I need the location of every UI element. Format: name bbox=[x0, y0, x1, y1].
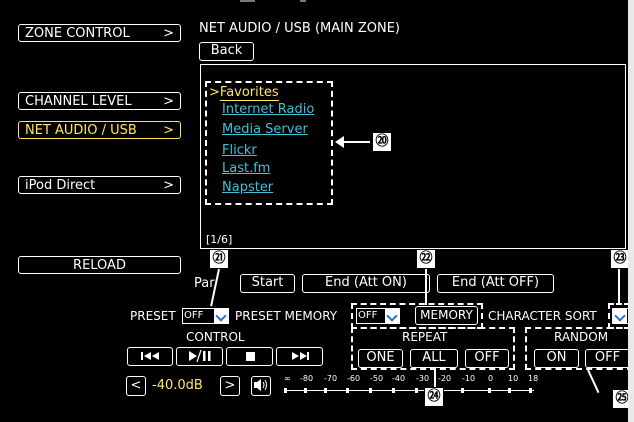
repeat-label: REPEAT bbox=[402, 330, 448, 344]
volume-scale-label: -50 bbox=[370, 374, 384, 383]
preset-label: PRESET bbox=[130, 309, 176, 323]
chevron-right-icon: > bbox=[163, 25, 174, 41]
callout-arrow bbox=[340, 141, 370, 143]
page-title: NET AUDIO / USB (MAIN ZONE) bbox=[199, 21, 400, 36]
chevron-right-icon: > bbox=[163, 177, 174, 193]
random-label: RANDOM bbox=[554, 330, 609, 344]
control-label: CONTROL bbox=[186, 330, 245, 344]
skip-back-icon bbox=[141, 352, 159, 360]
list-item-internet-radio[interactable]: Internet Radio bbox=[222, 102, 314, 117]
callout-23: ㉓ bbox=[610, 249, 628, 269]
speaker-icon bbox=[254, 379, 267, 391]
preset-select-value: OFF bbox=[184, 310, 204, 321]
volume-scale-label: -40 bbox=[392, 374, 406, 383]
sidebar-item-ipod-direct[interactable]: iPod Direct > bbox=[18, 176, 181, 194]
volume-scale-label: -80 bbox=[300, 374, 314, 383]
chevron-down-icon bbox=[613, 309, 627, 323]
volume-scale-label: 18 bbox=[528, 374, 539, 383]
party-end-att-on-button[interactable]: End (Att ON) bbox=[302, 274, 430, 293]
top-cut-text-strip bbox=[120, 0, 420, 2]
callout-leader bbox=[434, 370, 436, 388]
page-indicator: [1/6] bbox=[206, 233, 233, 246]
mute-button[interactable] bbox=[251, 376, 271, 396]
volume-up-button[interactable]: > bbox=[220, 376, 240, 396]
preset-select[interactable]: OFF bbox=[182, 308, 229, 324]
volume-down-button[interactable]: < bbox=[126, 376, 146, 396]
sidebar-item-label: NET AUDIO / USB bbox=[25, 122, 137, 138]
party-start-button[interactable]: Start bbox=[240, 274, 295, 293]
volume-scale-label: 0 bbox=[488, 374, 494, 383]
sidebar-item-zone-control[interactable]: ZONE CONTROL > bbox=[18, 24, 181, 42]
sidebar-item-channel-level[interactable]: CHANNEL LEVEL > bbox=[18, 92, 181, 110]
character-sort-label: CHARACTER SORT bbox=[488, 309, 597, 323]
list-item-flickr[interactable]: Flickr bbox=[222, 143, 257, 158]
callout-leader bbox=[587, 369, 600, 394]
repeat-off-button[interactable]: OFF bbox=[465, 349, 509, 368]
callout-leader bbox=[425, 269, 427, 305]
sidebar-item-label: iPod Direct bbox=[25, 177, 96, 193]
list-item-label: Favorites bbox=[219, 85, 279, 101]
preset-memory-label: PRESET MEMORY bbox=[235, 309, 338, 323]
play-pause-button[interactable] bbox=[176, 347, 223, 366]
callout-24: ㉔ bbox=[424, 387, 444, 407]
callout-25: ㉕ bbox=[612, 389, 628, 409]
party-end-att-off-button[interactable]: End (Att OFF) bbox=[437, 274, 554, 293]
random-off-button[interactable]: OFF bbox=[585, 349, 628, 368]
volume-scale-label: -30 bbox=[416, 374, 430, 383]
reload-label: RELOAD bbox=[73, 257, 126, 273]
random-on-button[interactable]: ON bbox=[534, 349, 579, 368]
sidebar-item-net-audio-usb[interactable]: NET AUDIO / USB > bbox=[18, 121, 181, 139]
callout-22: ㉒ bbox=[416, 249, 436, 269]
skip-forward-button[interactable] bbox=[276, 347, 323, 366]
preset-memory-select[interactable]: OFF bbox=[356, 308, 400, 324]
reload-button[interactable]: RELOAD bbox=[18, 256, 181, 274]
list-item-favorites[interactable]: >Favorites bbox=[209, 85, 279, 101]
volume-scale-label: ∞ bbox=[284, 374, 291, 383]
selected-marker: > bbox=[209, 85, 220, 100]
stop-icon bbox=[246, 352, 255, 361]
chevron-right-icon: > bbox=[163, 122, 174, 138]
repeat-all-button[interactable]: ALL bbox=[410, 349, 458, 368]
character-sort-select[interactable] bbox=[612, 308, 628, 324]
volume-scale-label: -10 bbox=[462, 374, 476, 383]
sidebar-item-label: CHANNEL LEVEL bbox=[25, 93, 132, 109]
list-item-lastfm[interactable]: Last.fm bbox=[222, 161, 270, 176]
volume-value: -40.0dB bbox=[152, 378, 203, 393]
chevron-right-icon: > bbox=[163, 93, 174, 109]
preset-memory-select-value: OFF bbox=[358, 310, 378, 321]
screen: ZONE CONTROL > CHANNEL LEVEL > NET AUDIO… bbox=[0, 0, 628, 422]
chevron-down-icon bbox=[214, 309, 228, 323]
party-label: Par bbox=[194, 276, 215, 291]
callout-21: ㉑ bbox=[209, 249, 229, 269]
stop-button[interactable] bbox=[226, 347, 273, 366]
callout-20: ⑳ bbox=[372, 132, 392, 152]
play-pause-icon bbox=[189, 349, 211, 363]
list-item-napster[interactable]: Napster bbox=[222, 180, 273, 195]
volume-bar-ticks bbox=[284, 388, 532, 393]
skip-forward-icon bbox=[292, 352, 309, 360]
skip-back-button[interactable] bbox=[127, 347, 173, 366]
list-item-media-server[interactable]: Media Server bbox=[222, 122, 308, 137]
volume-scale-label: 10 bbox=[508, 374, 519, 383]
back-button[interactable]: Back bbox=[199, 42, 254, 61]
chevron-down-icon bbox=[385, 309, 399, 323]
volume-scale-label: -20 bbox=[438, 374, 452, 383]
repeat-one-button[interactable]: ONE bbox=[358, 349, 403, 368]
volume-scale-label: -60 bbox=[347, 374, 361, 383]
volume-scale-label: -70 bbox=[324, 374, 338, 383]
sidebar-item-label: ZONE CONTROL bbox=[25, 25, 130, 41]
callout-leader bbox=[618, 269, 620, 305]
callout-arrowhead bbox=[335, 136, 344, 148]
memory-button[interactable]: MEMORY bbox=[415, 306, 478, 325]
